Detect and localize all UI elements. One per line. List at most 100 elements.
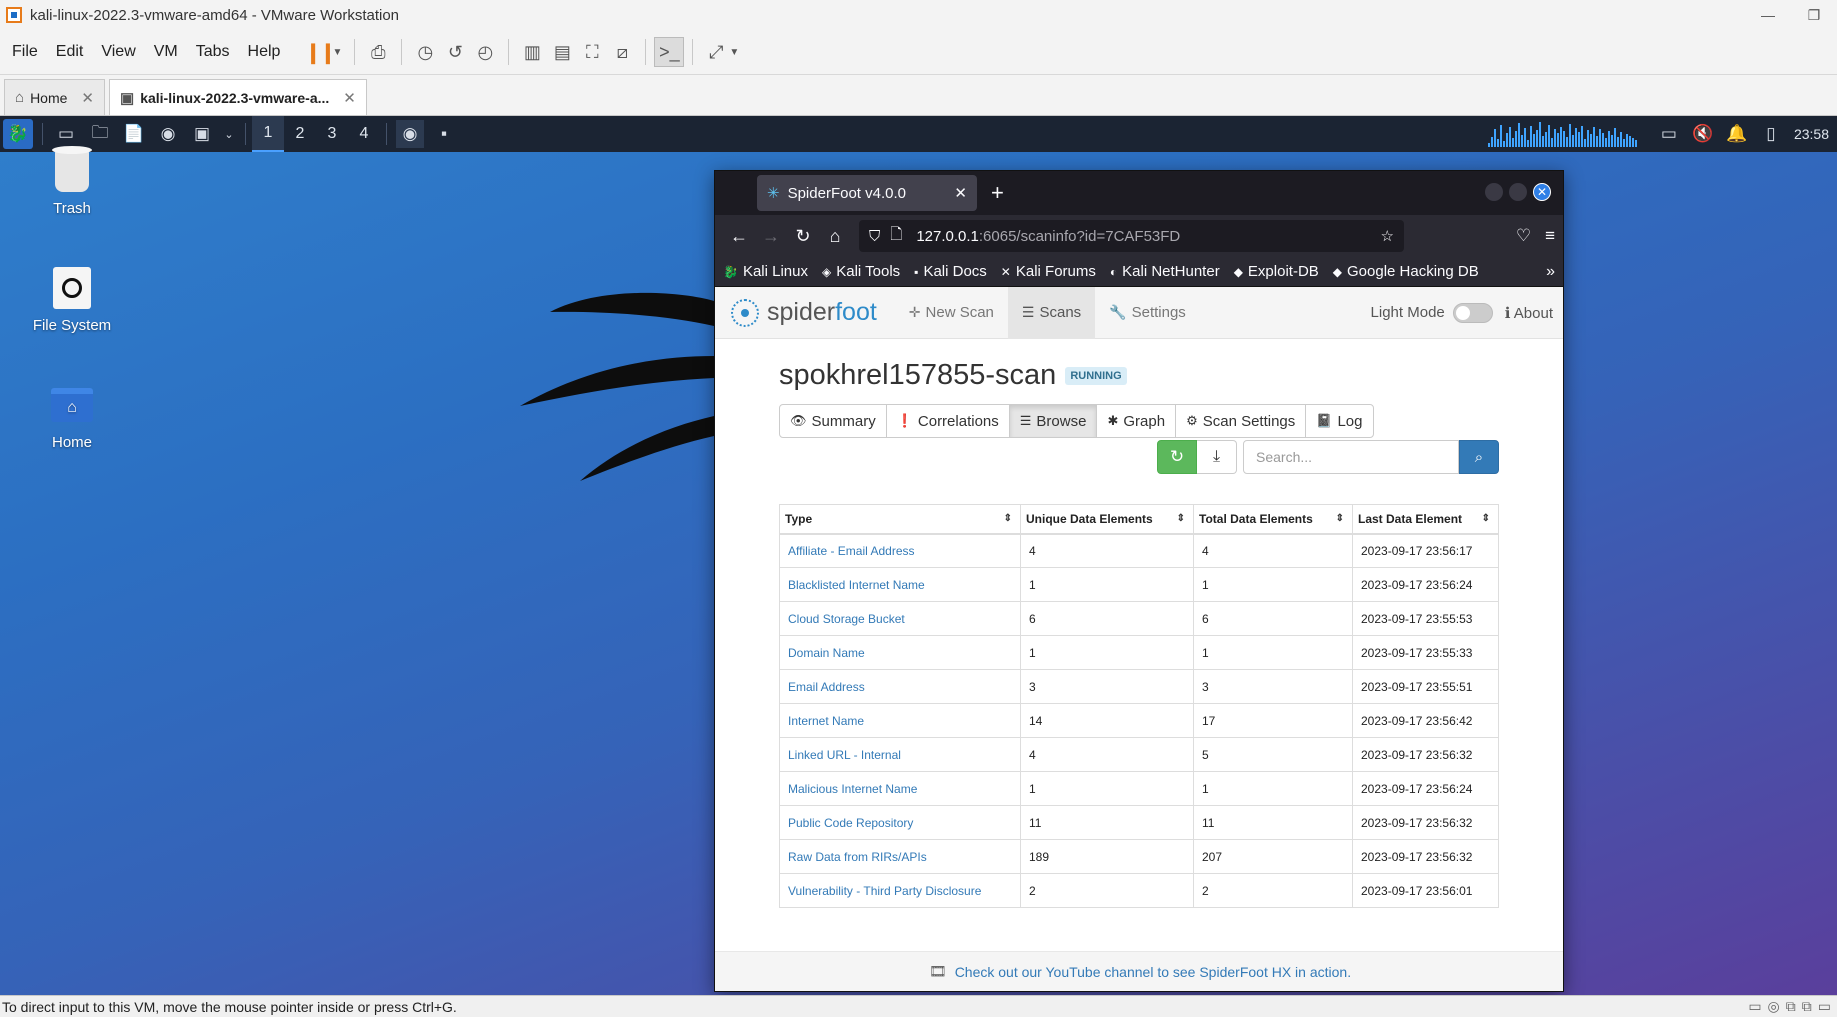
display-icon[interactable]: ▭ <box>1818 998 1831 1015</box>
new-tab-icon[interactable]: + <box>991 180 1004 206</box>
network-adapter-icon[interactable]: ⧉ <box>1786 998 1796 1015</box>
home-icon[interactable]: ⌂ <box>819 226 851 247</box>
type-link[interactable]: Internet Name <box>779 703 1021 738</box>
nav-new-scan[interactable]: ✛ New Scan <box>895 287 1008 339</box>
tab-log[interactable]: 📓 Log <box>1305 404 1374 438</box>
pause-icon[interactable]: ❙❙ <box>304 37 337 67</box>
battery-icon[interactable]: ▯ <box>1757 120 1785 148</box>
snapshot-icon[interactable]: ◷ <box>410 37 440 67</box>
shield-icon[interactable]: ⛉ <box>869 228 880 245</box>
reload-icon[interactable]: ↻ <box>787 226 819 247</box>
bookmark-item[interactable]: ◐ Kali NetHunter <box>1110 263 1220 280</box>
type-link[interactable]: Malicious Internet Name <box>779 771 1021 806</box>
workspace-1[interactable]: 1 <box>252 116 284 152</box>
bookmark-item[interactable]: ▪ Kali Docs <box>914 263 987 280</box>
desktop-icon-home[interactable]: ⌂ Home <box>12 382 132 451</box>
console-view-icon[interactable]: >_ <box>654 37 685 67</box>
menu-view[interactable]: View <box>101 43 135 61</box>
pause-dropdown-icon[interactable]: ▼ <box>332 47 342 58</box>
minimize-icon[interactable]: — <box>1745 0 1791 30</box>
workspace-3[interactable]: 3 <box>316 116 348 152</box>
network-adapter-icon[interactable]: ⧉ <box>1802 998 1812 1015</box>
workspace-2[interactable]: 2 <box>284 116 316 152</box>
firefox-window-icon[interactable]: ◉ <box>396 120 424 148</box>
bookmark-item[interactable]: ◈ Kali Tools <box>822 263 900 280</box>
desktop-icon-trash[interactable]: Trash <box>12 146 132 217</box>
bookmark-item[interactable]: ◆ Exploit-DB <box>1234 263 1319 280</box>
panel-clock[interactable]: 23:58 <box>1794 126 1829 142</box>
workspace-4[interactable]: 4 <box>348 116 380 152</box>
hamburger-menu-icon[interactable]: ≡ <box>1545 226 1555 246</box>
column-header-type[interactable]: Type ⇕ <box>779 504 1021 535</box>
show-desktop-icon[interactable]: ▭ <box>52 120 80 148</box>
spiderfoot-logo[interactable]: spider foot <box>731 298 877 327</box>
spiderfoot-footer[interactable]: 🎞 Check out our YouTube channel to see S… <box>715 951 1563 991</box>
browser-tab-spiderfoot[interactable]: ✳ SpiderFoot v4.0.0 ✕ <box>757 175 977 211</box>
sort-icon[interactable]: ⇕ <box>1177 513 1185 524</box>
type-link[interactable]: Raw Data from RIRs/APIs <box>779 839 1021 874</box>
bookmark-item[interactable]: ◆ Google Hacking DB <box>1333 263 1479 280</box>
type-link[interactable]: Vulnerability - Third Party Disclosure <box>779 873 1021 908</box>
search-button[interactable]: ⌕ <box>1459 440 1499 474</box>
volume-muted-icon[interactable]: 🔇 <box>1689 120 1717 148</box>
search-input[interactable] <box>1243 440 1459 474</box>
type-link[interactable]: Linked URL - Internal <box>779 737 1021 772</box>
tab-home[interactable]: ⌂ Home ✕ <box>4 79 105 115</box>
tab-graph[interactable]: ✱ Graph <box>1096 404 1177 438</box>
pocket-icon[interactable]: ♡ <box>1516 226 1531 246</box>
type-link[interactable]: Email Address <box>779 669 1021 704</box>
forward-icon[interactable]: → <box>755 226 787 247</box>
sort-icon[interactable]: ⇕ <box>1482 513 1490 524</box>
guest-desktop[interactable]: 🐉 ▭ 🗀 📄 ◉ ▣ ⌄ 1 2 3 4 ◉ ▪ ▭ 🔇 🔔 ▯ 23:58 … <box>0 116 1837 995</box>
tab-scan-settings[interactable]: ⚙ Scan Settings <box>1175 404 1307 438</box>
kali-menu-icon[interactable]: 🐉 <box>3 119 33 149</box>
library-view-icon[interactable]: ▥ <box>517 37 547 67</box>
send-keys-icon[interactable]: ⎙ <box>363 37 393 67</box>
text-editor-icon[interactable]: 📄 <box>120 120 148 148</box>
column-header-total[interactable]: Total Data Elements ⇕ <box>1193 504 1353 535</box>
nav-about[interactable]: ℹ About <box>1505 304 1553 322</box>
stretch-dropdown-icon[interactable]: ▼ <box>729 47 739 58</box>
fullscreen-icon[interactable]: ⛶ <box>577 37 607 67</box>
download-button[interactable]: ⤓ <box>1197 440 1237 474</box>
menu-help[interactable]: Help <box>248 43 281 61</box>
column-header-unique[interactable]: Unique Data Elements ⇕ <box>1020 504 1194 535</box>
terminal-window-icon[interactable]: ▪ <box>430 120 458 148</box>
close-icon[interactable]: ✕ <box>954 184 967 202</box>
firefox-icon[interactable]: ◉ <box>154 120 182 148</box>
terminal-icon[interactable]: ▣ <box>188 120 216 148</box>
bookmarks-overflow-icon[interactable]: » <box>1546 263 1555 281</box>
footer-link[interactable]: Check out our YouTube channel to see Spi… <box>955 964 1351 980</box>
tab-kali-vm[interactable]: ▣ kali-linux-2022.3-vmware-a... ✕ <box>109 79 367 115</box>
notification-bell-icon[interactable]: 🔔 <box>1723 120 1751 148</box>
refresh-button[interactable]: ↻ <box>1157 440 1197 474</box>
desktop-icon-file-system[interactable]: File System <box>12 265 132 334</box>
chevron-down-icon[interactable]: ⌄ <box>222 120 236 148</box>
snapshot-manager-icon[interactable]: ◴ <box>470 37 500 67</box>
type-link[interactable]: Cloud Storage Bucket <box>779 601 1021 636</box>
sort-icon[interactable]: ⇕ <box>1336 513 1344 524</box>
menu-edit[interactable]: Edit <box>56 43 84 61</box>
bookmark-item[interactable]: 🐉 Kali Linux <box>723 263 808 280</box>
unity-icon[interactable]: ⧄ <box>607 37 637 67</box>
menu-file[interactable]: File <box>12 43 38 61</box>
type-link[interactable]: Domain Name <box>779 635 1021 670</box>
minimize-icon[interactable] <box>1485 183 1503 201</box>
nav-scans[interactable]: ☰ Scans <box>1007 286 1096 339</box>
type-link[interactable]: Blacklisted Internet Name <box>779 567 1021 602</box>
display-icon[interactable]: ▭ <box>1655 120 1683 148</box>
menu-tabs[interactable]: Tabs <box>196 43 230 61</box>
close-icon[interactable]: ✕ <box>343 89 356 107</box>
tab-summary[interactable]: 👁 Summary <box>779 404 887 438</box>
type-link[interactable]: Affiliate - Email Address <box>779 533 1021 568</box>
tab-correlations[interactable]: ❗ Correlations <box>885 404 1010 438</box>
file-manager-icon[interactable]: 🗀 <box>86 120 114 148</box>
restore-icon[interactable]: ❐ <box>1791 0 1837 30</box>
url-bar[interactable]: ⛉ 🗋 127.0.0.1:6065/scaninfo?id=7CAF53FD … <box>859 220 1404 252</box>
sort-icon[interactable]: ⇕ <box>1004 513 1012 524</box>
stretch-guest-icon[interactable]: ⤢ <box>701 37 731 67</box>
column-header-last[interactable]: Last Data Element ⇕ <box>1352 504 1499 535</box>
revert-snapshot-icon[interactable]: ↺ <box>440 37 470 67</box>
tab-browse[interactable]: ☰ Browse <box>1008 404 1098 438</box>
close-icon[interactable]: ✕ <box>81 89 94 107</box>
